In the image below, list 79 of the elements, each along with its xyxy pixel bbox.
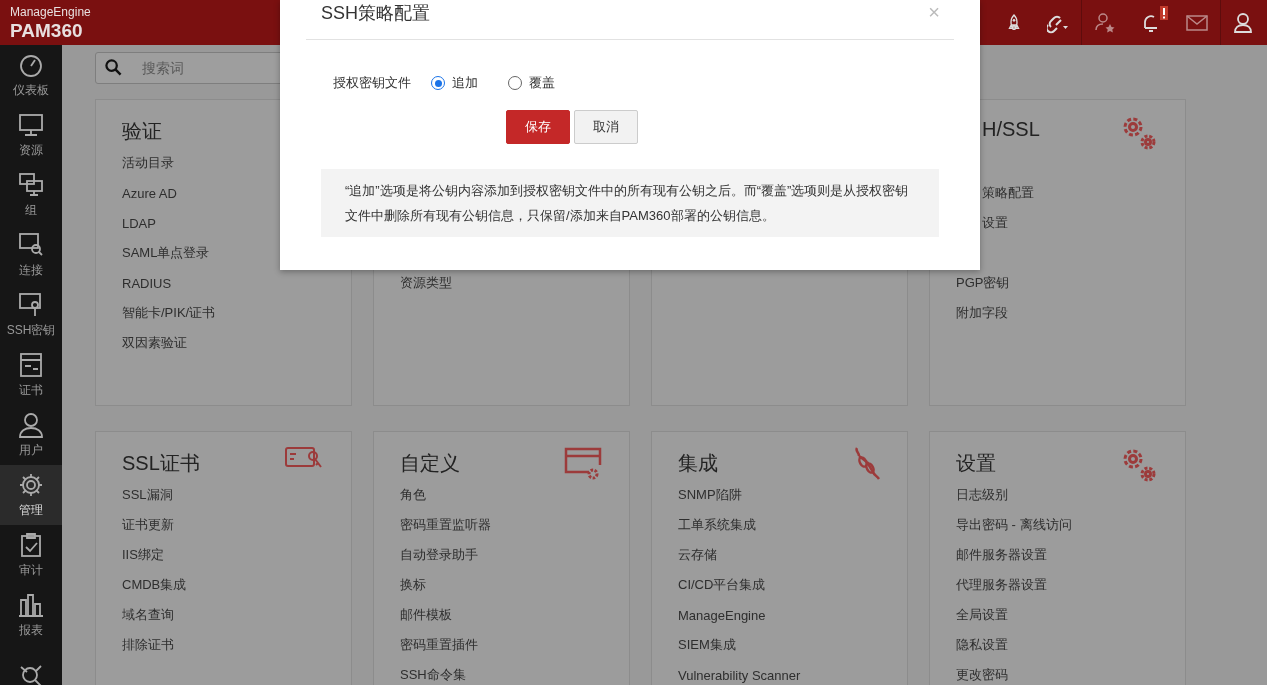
card-title: 设置 xyxy=(956,451,996,476)
card-title: 集成 xyxy=(678,451,718,476)
settings-link[interactable]: Azure AD xyxy=(122,185,177,201)
radio-option[interactable]: 追加 xyxy=(431,74,478,92)
settings-link[interactable]: ManageEngine xyxy=(678,607,766,623)
card-title: 自定义 xyxy=(400,451,460,476)
nav-item[interactable]: 仪表板 xyxy=(0,45,62,105)
settings-link[interactable]: 活动目录 xyxy=(122,154,174,172)
settings-link[interactable]: PGP密钥 xyxy=(956,274,1010,292)
settings-link[interactable]: 双因素验证 xyxy=(122,334,187,352)
settings-link[interactable]: IIS绑定 xyxy=(122,546,164,564)
settings-link[interactable]: RADIUS xyxy=(122,275,172,291)
brand-name: ManageEngine xyxy=(10,5,91,18)
nav-item[interactable]: 证书 xyxy=(0,345,62,405)
settings-link[interactable]: SSL漏洞 xyxy=(122,486,173,504)
product-name[interactable]: PAM360 xyxy=(10,20,91,40)
screen-search-icon xyxy=(18,231,44,258)
settings-link[interactable]: 角色 xyxy=(400,486,426,504)
settings-link[interactable]: SNMP陷阱 xyxy=(678,486,742,504)
card-title: SSL证书 xyxy=(122,451,200,476)
nav-item[interactable]: 审计 xyxy=(0,525,62,585)
save-button[interactable]: 保存 xyxy=(506,110,570,144)
gear-icon xyxy=(18,471,44,498)
settings-link[interactable]: SSH命令集 xyxy=(400,666,466,684)
settings-link[interactable]: 资源类型 xyxy=(400,274,452,292)
alert-badge-icon xyxy=(1160,5,1168,20)
nav-item[interactable]: 报表 xyxy=(0,585,62,645)
clipboard-icon xyxy=(18,531,44,558)
card-title: H/SSL xyxy=(981,118,1040,141)
settings-link[interactable]: 隐私设置 xyxy=(956,636,1008,654)
settings-link[interactable]: 工单系统集成 xyxy=(678,516,756,534)
certificate-icon xyxy=(18,351,44,378)
user-icon[interactable] xyxy=(1233,11,1255,34)
cancel-button[interactable]: 取消 xyxy=(574,110,638,144)
bar-chart-icon xyxy=(18,591,44,618)
settings-link[interactable]: 更改密码 xyxy=(956,666,1008,684)
key-screen-icon xyxy=(18,291,44,318)
settings-link[interactable]: 代理服务器设置 xyxy=(956,576,1047,594)
nav-item[interactable]: SSH密钥 xyxy=(0,285,62,345)
settings-link[interactable]: 邮件服务器设置 xyxy=(956,546,1047,564)
nav-item[interactable]: 资源 xyxy=(0,105,62,165)
settings-link[interactable]: CI/CD平台集成 xyxy=(678,576,766,594)
settings-link[interactable]: 云存储 xyxy=(678,546,717,564)
card-title: 验证 xyxy=(122,119,162,144)
nav-item[interactable]: 连接 xyxy=(0,225,62,285)
radio-option[interactable]: 覆盖 xyxy=(508,74,555,92)
settings-link[interactable]: 证书更新 xyxy=(122,516,174,534)
settings-link[interactable]: CMDB集成 xyxy=(122,576,187,594)
info-note: “追加”选项是将公钥内容添加到授权密钥文件中的所有现有公钥之后。而“覆盖”选项则是从授权密钥文件中删除所有现有公钥信息，只保留/添加来自PAM360部署的公钥信息。 xyxy=(321,169,939,237)
window-gear-icon xyxy=(563,446,603,482)
monitor-icon xyxy=(18,111,44,138)
settings-link[interactable]: 邮件模板 xyxy=(400,606,452,624)
settings-link[interactable]: SIEM集成 xyxy=(678,636,736,654)
settings-link[interactable]: 换标 xyxy=(400,576,426,594)
nav-item[interactable]: 组 xyxy=(0,165,62,225)
chain-icon xyxy=(853,446,881,482)
settings-link[interactable]: 日志级别 xyxy=(956,486,1008,504)
settings-link[interactable]: 域名查询 xyxy=(122,606,174,624)
settings-link[interactable]: 智能卡/PIK/证书 xyxy=(122,304,216,322)
person-icon xyxy=(18,411,44,438)
settings-link[interactable]: Vulnerability Scanner xyxy=(678,667,801,683)
mail-icon[interactable] xyxy=(1186,14,1208,31)
settings-link[interactable]: 排除证书 xyxy=(122,636,174,654)
magnifier-icon xyxy=(18,662,44,685)
dialog-title: SSH策略配置 xyxy=(321,1,430,25)
settings-link[interactable]: LDAP xyxy=(122,215,156,231)
screens-icon xyxy=(18,171,44,198)
user-star-icon[interactable] xyxy=(1094,11,1116,34)
nav-item[interactable]: 管理 xyxy=(0,465,62,525)
settings-link[interactable]: 附加字段 xyxy=(956,304,1008,322)
settings-link[interactable]: 全局设置 xyxy=(956,606,1008,624)
settings-link[interactable]: 密码重置插件 xyxy=(400,636,478,654)
nav-item[interactable]: 用户 xyxy=(0,405,62,465)
settings-link[interactable]: 导出密码 - 离线访问 xyxy=(956,516,1072,534)
settings-link[interactable]: 密码重置监听器 xyxy=(400,516,491,534)
settings-link[interactable]: 自动登录助手 xyxy=(400,546,478,564)
search-icon xyxy=(105,59,122,76)
settings-link[interactable]: SAML单点登录 xyxy=(122,244,210,262)
id-card-key-icon xyxy=(285,446,325,470)
